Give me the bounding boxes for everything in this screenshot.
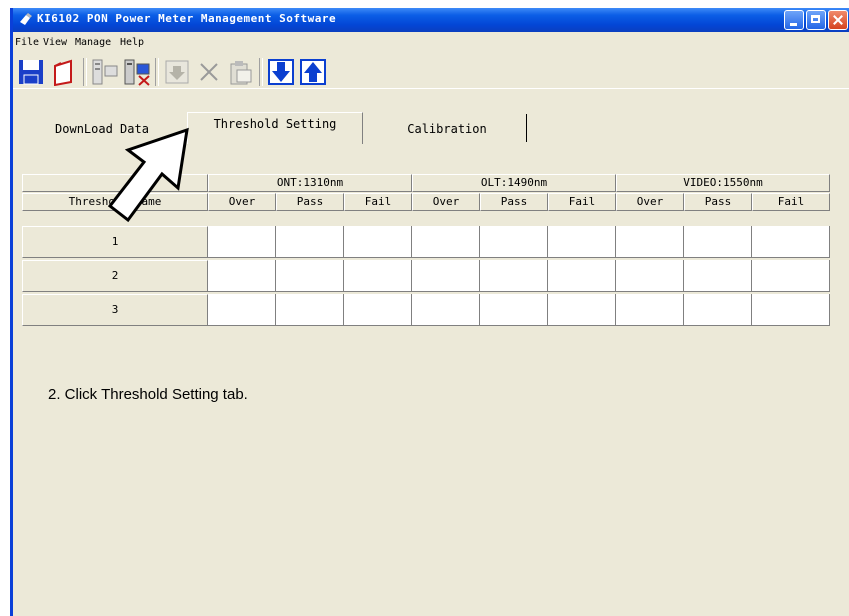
table-cell[interactable] <box>684 226 752 258</box>
row-header: 2 <box>22 260 208 292</box>
title-bar[interactable]: KI6102 PON Power Meter Management Softwa… <box>13 8 849 32</box>
table-cell[interactable] <box>412 260 480 292</box>
table-cell[interactable] <box>412 226 480 258</box>
window-title: KI6102 PON Power Meter Management Softwa… <box>37 12 337 25</box>
menu-file[interactable]: File <box>15 37 39 48</box>
tab-threshold-setting[interactable]: Threshold Setting <box>187 112 363 144</box>
column-header-pass: Pass <box>276 193 344 211</box>
table-cell[interactable] <box>684 260 752 292</box>
table-cell[interactable] <box>548 294 616 326</box>
table-cell[interactable] <box>208 260 276 292</box>
minimize-button[interactable] <box>784 10 804 30</box>
table-cell[interactable] <box>276 226 344 258</box>
menu-manage[interactable]: Manage <box>75 37 111 48</box>
column-header-pass: Pass <box>480 193 548 211</box>
table-cell[interactable] <box>480 260 548 292</box>
table-cell[interactable] <box>480 294 548 326</box>
table-cell[interactable] <box>208 226 276 258</box>
group-header-olt: OLT:1490nm <box>412 174 616 192</box>
group-header-video: VIDEO:1550nm <box>616 174 830 192</box>
column-header-over: Over <box>208 193 276 211</box>
table-cell[interactable] <box>548 226 616 258</box>
maximize-button[interactable] <box>806 10 826 30</box>
table-cell[interactable] <box>276 294 344 326</box>
group-header-ont: ONT:1310nm <box>208 174 412 192</box>
instruction-caption: 2. Click Threshold Setting tab. <box>48 386 248 403</box>
menu-bar: File View Manage Help <box>13 33 849 53</box>
table-cell[interactable] <box>616 294 684 326</box>
table-cell[interactable] <box>276 260 344 292</box>
column-header-fail: Fail <box>344 193 412 211</box>
row-header: 3 <box>22 294 208 326</box>
table-cell[interactable] <box>208 294 276 326</box>
upload-arrow-icon[interactable] <box>299 58 327 86</box>
table-cell[interactable] <box>752 260 830 292</box>
connect-icon[interactable] <box>91 58 119 86</box>
tab-calibration[interactable]: Calibration <box>369 118 525 142</box>
delete-icon[interactable] <box>195 58 223 86</box>
column-header-fail: Fail <box>752 193 830 211</box>
column-header-over: Over <box>616 193 684 211</box>
table-cell[interactable] <box>412 294 480 326</box>
table-cell[interactable] <box>480 226 548 258</box>
column-header-over: Over <box>412 193 480 211</box>
column-header-pass: Pass <box>684 193 752 211</box>
clipboard-icon[interactable] <box>227 58 255 86</box>
save-icon[interactable] <box>17 58 45 86</box>
app-icon <box>20 13 32 25</box>
table-cell[interactable] <box>616 260 684 292</box>
tab-divider <box>526 114 527 142</box>
table-cell[interactable] <box>344 260 412 292</box>
table-cell[interactable] <box>344 226 412 258</box>
pointer-arrow-icon <box>107 127 189 223</box>
table-cell[interactable] <box>344 294 412 326</box>
menu-help[interactable]: Help <box>120 37 144 48</box>
toolbar <box>13 54 849 89</box>
open-icon[interactable] <box>49 58 77 86</box>
table-cell[interactable] <box>548 260 616 292</box>
import-icon[interactable] <box>163 58 191 86</box>
download-arrow-icon[interactable] <box>267 58 295 86</box>
table-cell[interactable] <box>616 226 684 258</box>
column-header-fail: Fail <box>548 193 616 211</box>
table-cell[interactable] <box>752 294 830 326</box>
toolbar-separator <box>259 58 263 86</box>
disconnect-icon[interactable] <box>123 58 151 86</box>
table-cell[interactable] <box>752 226 830 258</box>
menu-view[interactable]: View <box>43 37 67 48</box>
row-header: 1 <box>22 226 208 258</box>
toolbar-separator <box>83 58 87 86</box>
table-cell[interactable] <box>684 294 752 326</box>
toolbar-separator <box>155 58 159 86</box>
close-button[interactable] <box>828 10 848 30</box>
